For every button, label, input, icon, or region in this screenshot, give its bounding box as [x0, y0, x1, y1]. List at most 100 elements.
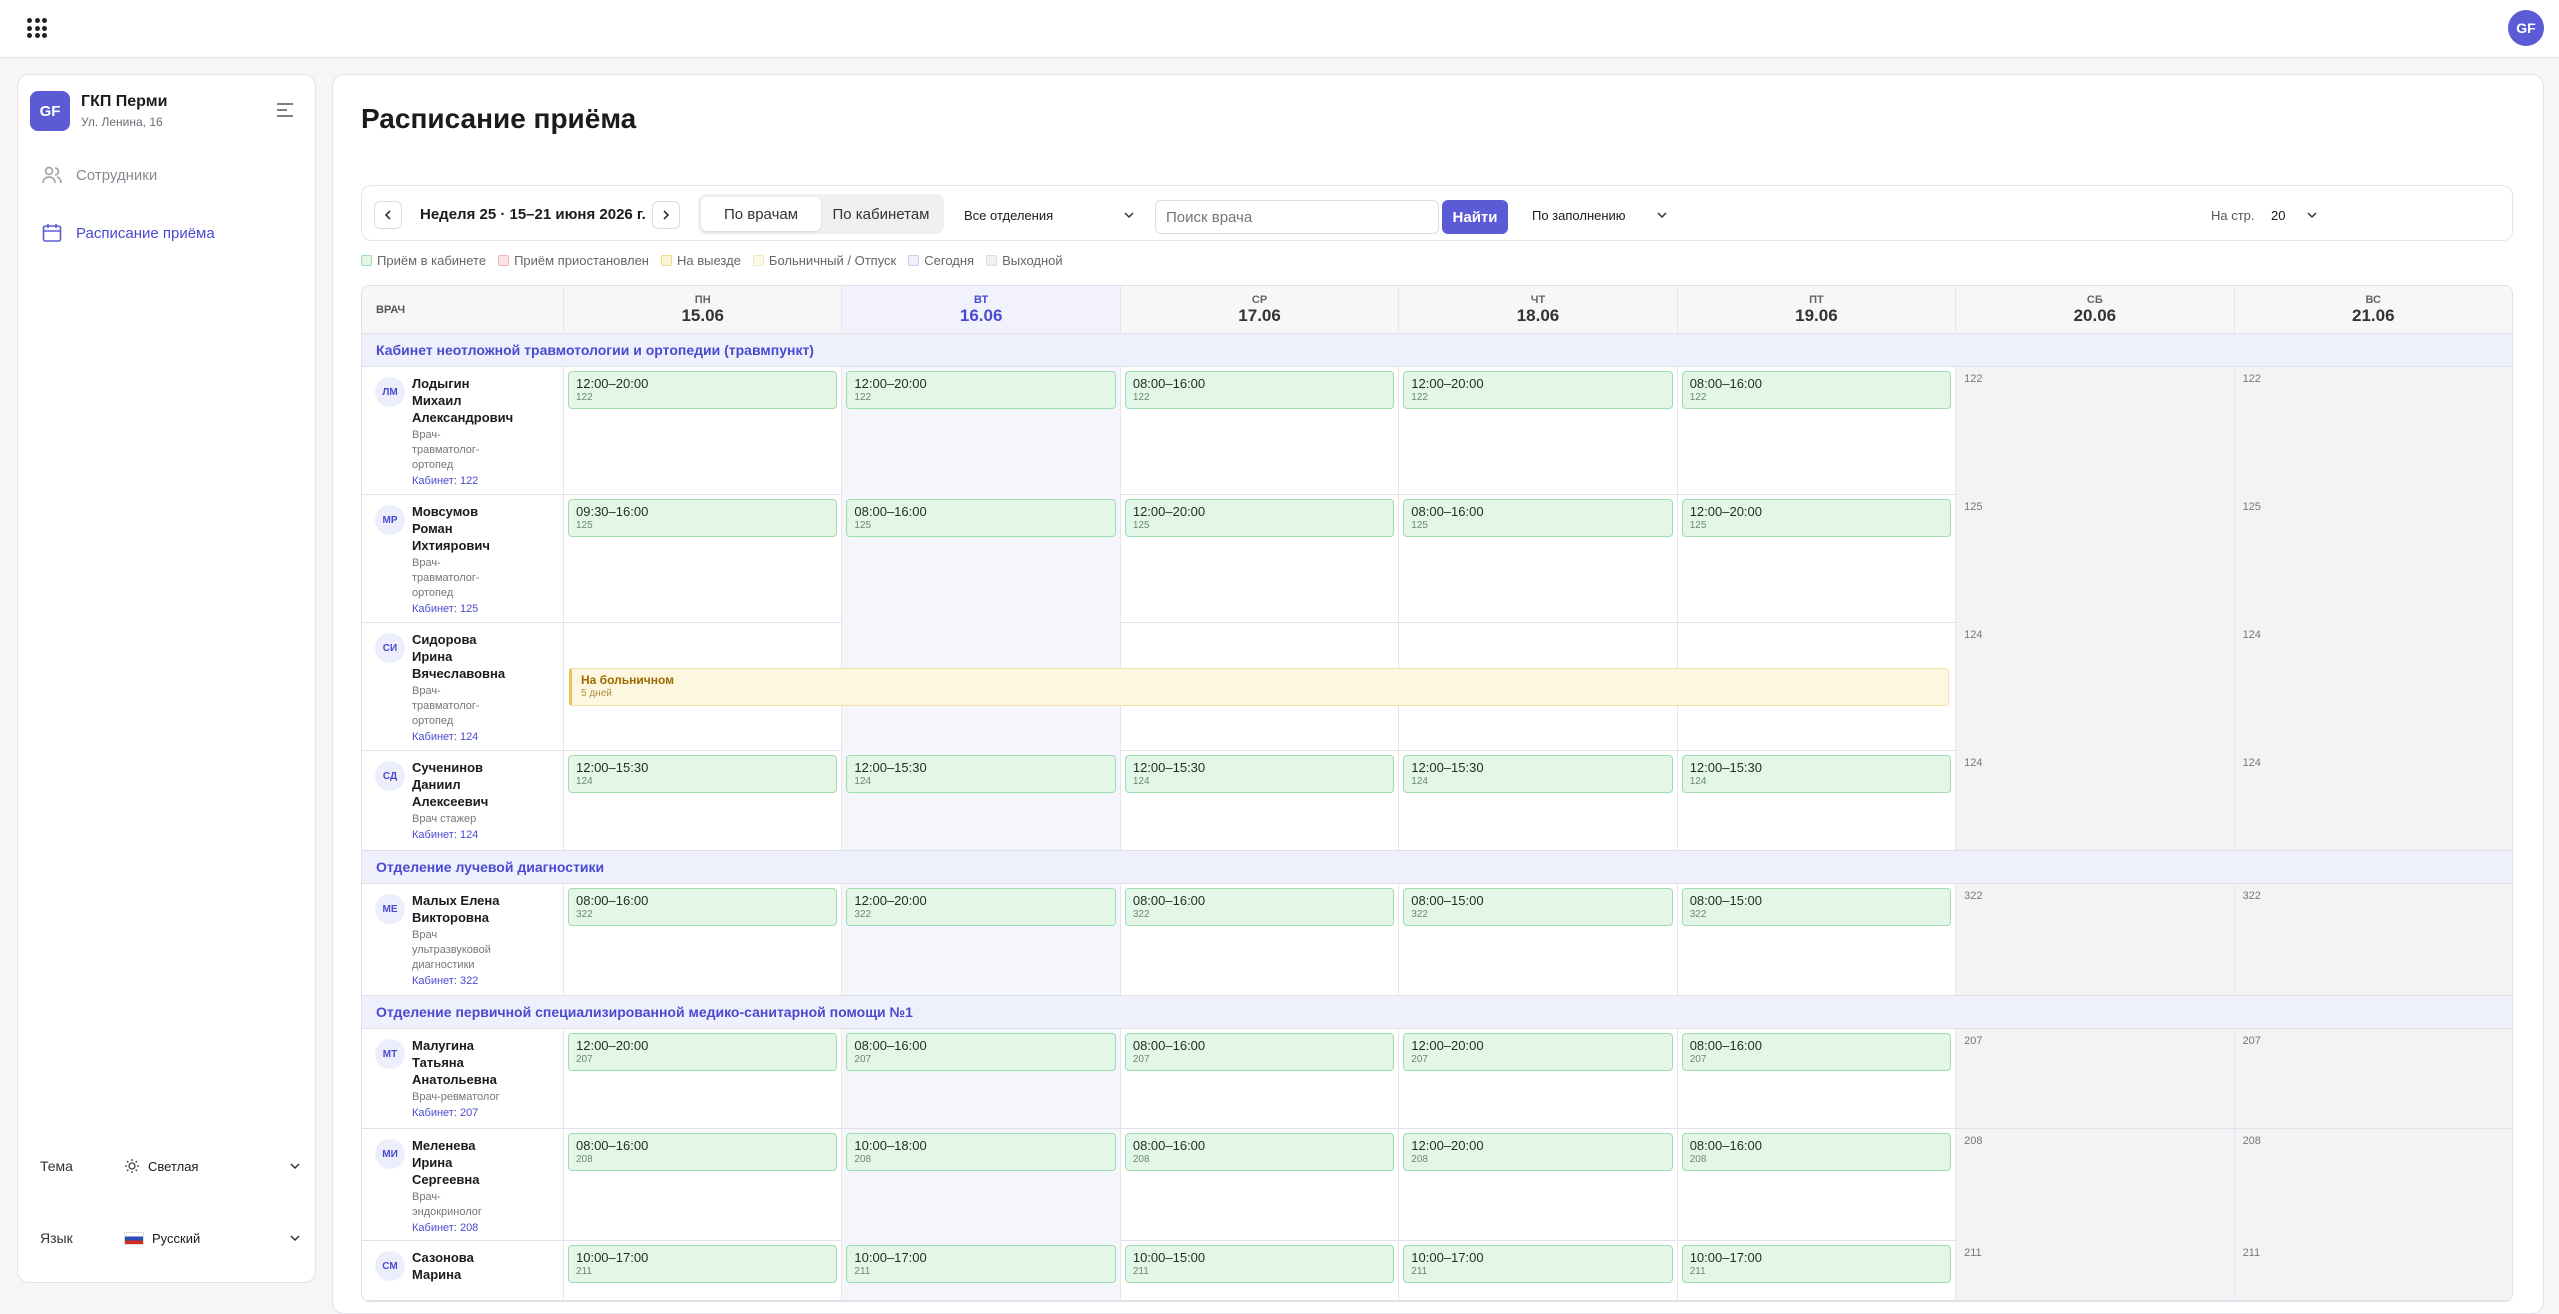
day-cell[interactable]: 10:00–17:00 211	[1398, 1241, 1676, 1300]
day-cell[interactable]: 08:00–16:00 208	[563, 1129, 841, 1242]
day-cell[interactable]: 12:00–15:30 124	[841, 751, 1120, 850]
day-cell[interactable]: 08:00–16:00 207	[1676, 1029, 1955, 1128]
day-cell[interactable]: 12:00–15:30 124	[1676, 751, 1955, 850]
shift-block[interactable]: 12:00–20:00 125	[1681, 499, 1952, 537]
shift-block[interactable]: 08:00–15:00 322	[1681, 888, 1952, 926]
shift-block[interactable]: 12:00–15:30 124	[1124, 755, 1395, 793]
doctor-cell[interactable]: МР Мовсумов Роман Ихтиярович Врач-травматоло…	[362, 495, 563, 623]
theme-setting[interactable]: Тема Светлая	[40, 1151, 300, 1181]
shift-block[interactable]: 12:00–20:00 207	[568, 1033, 838, 1071]
doctor-cell[interactable]: СД Сученинов Даниил Алексеевич Врач стажер Ка…	[362, 751, 563, 850]
day-cell[interactable]: 08:00–16:00 322	[563, 884, 841, 995]
day-cell[interactable]: 12:00–20:00 125	[1119, 495, 1398, 623]
day-cell[interactable]: 09:30–16:00 125	[563, 495, 841, 623]
shift-block[interactable]: 12:00–15:30 124	[1681, 755, 1952, 793]
day-cell[interactable]: 08:00–16:00 125	[1398, 495, 1676, 623]
shift-block[interactable]: 08:00–16:00 125	[1403, 499, 1673, 537]
day-cell[interactable]: 10:00–17:00 211	[841, 1241, 1120, 1300]
shift-block[interactable]: 12:00–20:00 207	[1403, 1033, 1673, 1071]
shift-block[interactable]: 12:00–20:00 122	[1403, 371, 1673, 409]
shift-block[interactable]: 10:00–17:00 211	[846, 1245, 1116, 1283]
doctor-cell[interactable]: МТ Малугина Татьяна Анатольевна Врач-ревмато…	[362, 1029, 563, 1128]
shift-block[interactable]: 12:00–15:30 124	[568, 755, 838, 793]
shift-block[interactable]: 12:00–20:00 322	[846, 888, 1116, 926]
day-cell[interactable]: 12:00–15:30 124	[1119, 751, 1398, 850]
shift-block[interactable]: 08:00–16:00 207	[846, 1033, 1116, 1071]
day-date: 18.06	[1516, 305, 1560, 325]
shift-block[interactable]: 12:00–15:30 124	[1403, 755, 1673, 793]
day-cell[interactable]: 10:00–17:00 211	[563, 1241, 841, 1300]
shift-block[interactable]: 12:00–15:30 124	[846, 755, 1116, 793]
day-cell[interactable]: 10:00–18:00 208	[841, 1129, 1120, 1242]
day-cell[interactable]: 08:00–16:00 208	[1676, 1129, 1955, 1242]
day-cell[interactable]: 12:00–20:00 125	[1676, 495, 1955, 623]
shift-block[interactable]: 12:00–20:00 208	[1403, 1133, 1673, 1171]
day-cell[interactable]: 12:00–20:00 207	[1398, 1029, 1676, 1128]
shift-block[interactable]: 08:00–16:00 122	[1124, 371, 1395, 409]
shift-block[interactable]: 08:00–15:00 322	[1403, 888, 1673, 926]
shift-block[interactable]: 10:00–15:00 211	[1124, 1245, 1395, 1283]
doctor-search-input[interactable]	[1155, 200, 1439, 234]
weekend-room: 211	[1964, 1247, 1982, 1259]
shift-block[interactable]: 10:00–17:00 211	[1403, 1245, 1673, 1283]
shift-block[interactable]: 10:00–17:00 211	[568, 1245, 838, 1283]
day-cell[interactable]: 12:00–20:00 122	[1398, 367, 1676, 495]
day-cell[interactable]: 10:00–17:00 211	[1676, 1241, 1955, 1300]
language-setting[interactable]: Язык Русский	[40, 1223, 300, 1253]
shift-block[interactable]: 10:00–18:00 208	[846, 1133, 1116, 1171]
day-cell[interactable]: 08:00–16:00 207	[1119, 1029, 1398, 1128]
day-cell[interactable]: 08:00–16:00 322	[1119, 884, 1398, 995]
per-page-select[interactable]: 20	[2271, 202, 2317, 228]
legend-label: Приём приостановлен	[514, 253, 649, 268]
sort-select[interactable]: По заполнению	[1532, 202, 1667, 228]
day-cell[interactable]: 08:00–15:00 322	[1398, 884, 1676, 995]
apps-grid-icon[interactable]	[27, 18, 47, 38]
user-avatar[interactable]: GF	[2508, 10, 2544, 46]
shift-block[interactable]: 08:00–16:00 322	[568, 888, 838, 926]
shift-block[interactable]: 12:00–20:00 122	[568, 371, 838, 409]
day-cell[interactable]: 08:00–16:00 208	[1119, 1129, 1398, 1242]
legend-swatch	[752, 255, 764, 266]
nav-item-schedule[interactable]: Расписание приёма	[32, 213, 302, 253]
doctor-cell[interactable]: ЛМ Лодыгин Михаил Александрович Врач-травмат…	[362, 367, 563, 495]
nav-item-employees[interactable]: Сотрудники	[32, 155, 302, 195]
shift-block[interactable]: 08:00–16:00 207	[1124, 1033, 1395, 1071]
day-name: СБ	[2086, 293, 2103, 306]
day-cell[interactable]: 12:00–20:00 122	[563, 367, 841, 495]
day-cell[interactable]: 10:00–15:00 211	[1119, 1241, 1398, 1300]
shift-block[interactable]: 10:00–17:00 211	[1681, 1245, 1952, 1283]
shift-block[interactable]: 12:00–20:00 122	[846, 371, 1116, 409]
day-cell[interactable]: 12:00–20:00 208	[1398, 1129, 1676, 1242]
day-cell[interactable]: 12:00–20:00 207	[563, 1029, 841, 1128]
collapse-sidebar-icon[interactable]	[276, 102, 294, 118]
doctor-cell[interactable]: МИ Меленева Ирина Сергеевна Врач-эндокриноло…	[362, 1129, 563, 1242]
day-cell[interactable]: 08:00–16:00 207	[841, 1029, 1120, 1128]
search-button[interactable]: Найти	[1442, 200, 1508, 234]
shift-block[interactable]: 08:00–16:00 208	[1124, 1133, 1395, 1171]
shift-block[interactable]: 08:00–16:00 208	[1681, 1133, 1952, 1171]
day-cell[interactable]: 12:00–15:30 124	[563, 751, 841, 850]
day-cell[interactable]: 08:00–16:00 125	[841, 495, 1120, 623]
doctor-cell[interactable]: МЕ Малых Елена Викторовна Врач ультразвуково…	[362, 884, 563, 995]
day-cell[interactable]: 08:00–16:00 122	[1676, 367, 1955, 495]
sick-leave-block[interactable]: На больничном 5 дней	[569, 668, 1949, 706]
day-cell[interactable]: 12:00–20:00 322	[841, 884, 1120, 995]
day-cell[interactable]: 12:00–15:30 124	[1398, 751, 1676, 850]
shift-block[interactable]: 08:00–16:00 207	[1681, 1033, 1952, 1071]
next-week-button[interactable]	[652, 201, 680, 229]
view-by-doctors-button[interactable]: По врачам	[701, 197, 821, 231]
view-by-rooms-button[interactable]: По кабинетам	[821, 197, 941, 231]
prev-week-button[interactable]	[374, 201, 402, 229]
day-cell[interactable]: 08:00–15:00 322	[1676, 884, 1955, 995]
shift-block[interactable]: 08:00–16:00 125	[846, 499, 1116, 537]
shift-block[interactable]: 08:00–16:00 322	[1124, 888, 1395, 926]
shift-block[interactable]: 12:00–20:00 125	[1124, 499, 1395, 537]
day-cell[interactable]: 08:00–16:00 122	[1119, 367, 1398, 495]
department-select[interactable]: Все отделения	[964, 202, 1134, 228]
shift-block[interactable]: 08:00–16:00 122	[1681, 371, 1952, 409]
day-cell[interactable]: 12:00–20:00 122	[841, 367, 1120, 495]
shift-block[interactable]: 08:00–16:00 208	[568, 1133, 838, 1171]
doctor-cell[interactable]: СИ Сидорова Ирина Вячеславовна Врач-травмато…	[362, 623, 563, 751]
shift-block[interactable]: 09:30–16:00 125	[568, 499, 838, 537]
doctor-cell[interactable]: СМ Сазонова Марина	[362, 1241, 563, 1300]
